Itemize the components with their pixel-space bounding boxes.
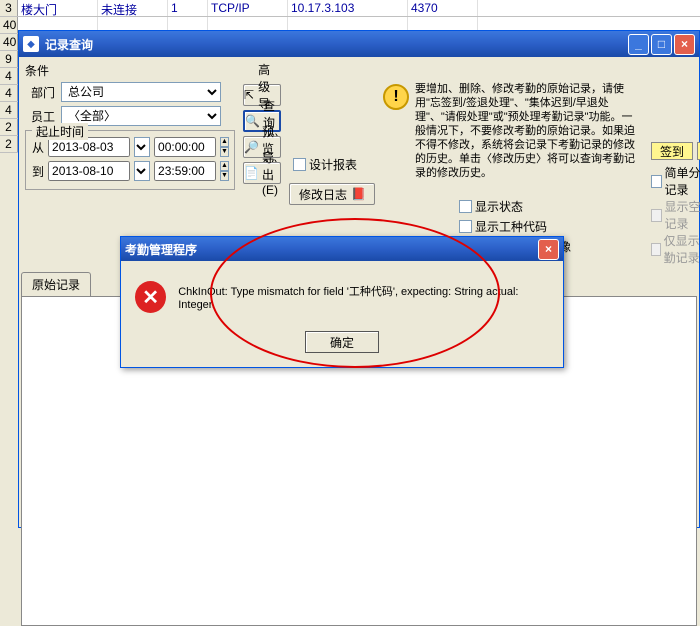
info-icon: ! (383, 84, 409, 110)
to-time-spinner[interactable]: ▲▼ (220, 161, 229, 181)
export-icon: ⇱ (244, 88, 254, 102)
show-empty-attend-checkbox (651, 209, 662, 222)
show-status-label: 显示状态 (475, 198, 523, 215)
show-status-checkbox[interactable] (459, 200, 472, 213)
analyze-checkbox[interactable] (651, 175, 662, 188)
error-message: ChkInOut: Type mismatch for field '工种代码'… (178, 283, 549, 311)
from-time-input[interactable] (154, 137, 216, 157)
from-time-spinner[interactable]: ▲▼ (220, 137, 229, 157)
error-icon: ✕ (135, 281, 166, 313)
ok-button[interactable]: 确定 (305, 331, 379, 353)
from-date-input[interactable] (48, 137, 130, 157)
dept-select[interactable]: 总公司 (61, 82, 221, 102)
app-icon: ◆ (23, 36, 39, 52)
to-date-input[interactable] (48, 161, 130, 181)
window-title: 记录查询 (45, 36, 628, 53)
preview-icon: 🔎 (244, 140, 258, 154)
search-icon: 🔍 (245, 114, 259, 128)
error-dialog: 考勤管理程序 × ✕ ChkInOut: Type mismatch for f… (120, 236, 564, 368)
to-time-input[interactable] (154, 161, 216, 181)
show-code-checkbox[interactable] (459, 220, 472, 233)
maximize-button[interactable]: □ (651, 34, 672, 55)
minimize-button[interactable]: _ (628, 34, 649, 55)
sign-in-button[interactable]: 签到 (651, 142, 693, 160)
conditions-header: 条件 (25, 61, 693, 82)
dialog-close-button[interactable]: × (538, 239, 559, 260)
to-label: 到 (32, 163, 44, 180)
edit-log-button[interactable]: 修改日志📕 (289, 183, 375, 205)
design-report-checkbox[interactable] (293, 158, 306, 171)
design-report-label: 设计报表 (309, 156, 357, 173)
close-button[interactable]: × (674, 34, 695, 55)
analyze-label: 简单分析原始记录 (665, 164, 700, 198)
window-titlebar[interactable]: ◆ 记录查询 _ □ × (19, 31, 699, 57)
to-date-picker[interactable] (134, 161, 150, 181)
show-empty-attend-label: 显示空的出勤记录 (665, 198, 700, 232)
dialog-titlebar[interactable]: 考勤管理程序 × (121, 237, 563, 261)
bg-table-row: 3楼大门未连接1TCP/IP10.17.3.1034370 (0, 0, 700, 17)
from-date-picker[interactable] (134, 137, 150, 157)
emp-label: 员工 (25, 108, 61, 125)
only-empty-attend-label: 仅显示空的出勤记录 (664, 232, 700, 266)
from-label: 从 (32, 139, 44, 156)
file-export-icon: 📄 (244, 166, 258, 180)
book-icon: 📕 (351, 187, 365, 201)
tab-raw-records[interactable]: 原始记录 (21, 272, 91, 296)
show-code-label: 显示工种代码 (475, 218, 547, 235)
dept-label: 部门 (25, 84, 61, 101)
time-range-legend: 起止时间 (32, 123, 88, 140)
export-button[interactable]: 📄导出(E) (243, 162, 281, 184)
dialog-title: 考勤管理程序 (125, 241, 538, 258)
only-empty-attend-checkbox (651, 243, 661, 256)
time-range-group: 起止时间 从 ▲▼ 到 ▲▼ (25, 130, 235, 190)
